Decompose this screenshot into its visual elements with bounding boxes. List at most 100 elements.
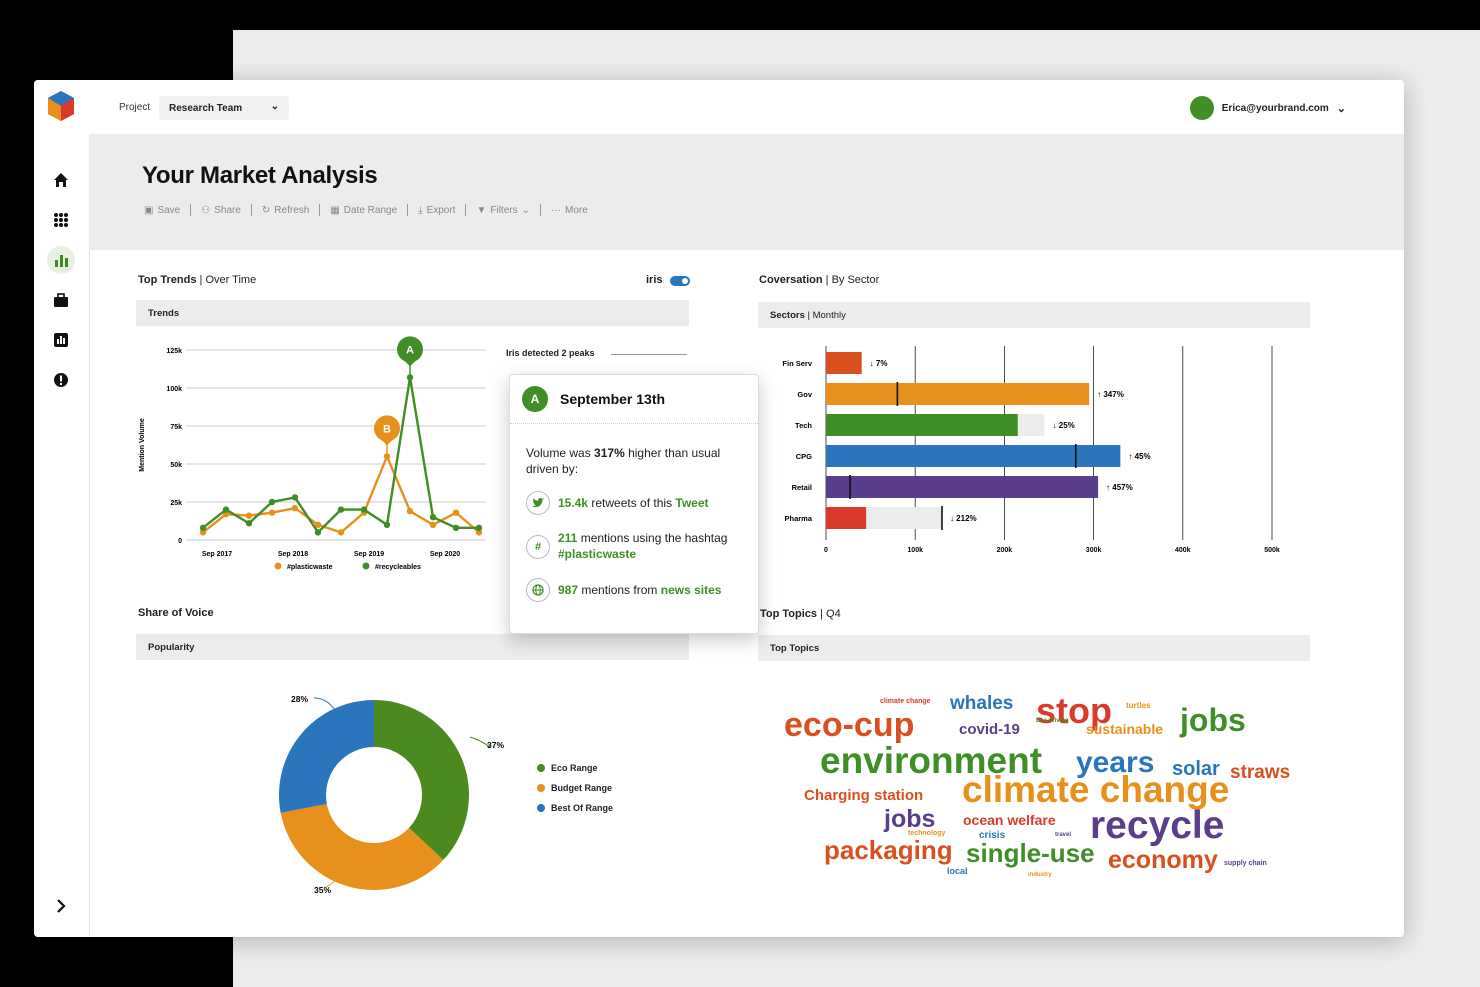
data-point[interactable] [199, 524, 207, 532]
category-label: Gov [797, 390, 812, 399]
more-label: More [565, 204, 588, 216]
share-icon: ⚇ [201, 204, 211, 216]
home-icon[interactable] [47, 166, 75, 194]
word-cloud-term[interactable]: local [947, 867, 968, 876]
word-cloud-term[interactable]: recycle [1090, 806, 1224, 845]
word-cloud-term[interactable]: sustainable [1086, 722, 1163, 736]
export-button[interactable]: ⤓ Export [408, 204, 467, 216]
refresh-button[interactable]: ↻ Refresh [252, 204, 321, 216]
sectors-section-title: Coversation | By Sector [759, 274, 879, 286]
share-button[interactable]: ⚇ Share [191, 204, 252, 216]
y-tick-label: 125k [166, 348, 182, 355]
apps-grid-icon[interactable] [47, 206, 75, 234]
word-cloud-term[interactable]: turtles [1126, 702, 1150, 710]
change-label: ↓ 25% [1053, 421, 1075, 430]
data-point[interactable] [291, 494, 299, 501]
popup-value: 15.4k [558, 496, 589, 511]
word-cloud: climate change whales stop turtles eco-cup co… [774, 680, 1314, 900]
date-range-button[interactable]: ▦ Date Range [320, 204, 409, 216]
word-cloud-term[interactable]: covid-19 [959, 722, 1020, 737]
data-point[interactable] [337, 529, 345, 536]
bar[interactable] [826, 352, 862, 374]
word-cloud-term[interactable]: packaging [824, 837, 953, 863]
word-cloud-term[interactable]: climate change [962, 771, 1229, 808]
bar[interactable] [826, 414, 1018, 436]
data-point[interactable] [475, 524, 483, 532]
data-point[interactable] [222, 506, 230, 513]
more-icon: ··· [551, 204, 561, 216]
more-button[interactable]: ··· More [541, 204, 598, 216]
bar[interactable] [826, 383, 1090, 405]
tweet-link[interactable]: Tweet [675, 496, 708, 510]
data-point[interactable] [314, 529, 322, 536]
data-point[interactable] [383, 521, 391, 528]
peak-badge: A [522, 386, 548, 412]
avatar [1189, 96, 1214, 120]
word-cloud-term[interactable]: Charging station [804, 788, 923, 803]
sectors-header-sub: Monthly [812, 309, 846, 321]
project-label: Project [119, 102, 151, 113]
data-point[interactable] [429, 521, 437, 528]
news-sites-link[interactable]: news sites [661, 583, 722, 597]
data-point[interactable] [291, 504, 299, 512]
sectors-subtitle: By Sector [831, 274, 880, 286]
briefcase-icon[interactable] [47, 286, 75, 314]
word-cloud-term[interactable]: ocean welfare [963, 813, 1056, 827]
donut-slice[interactable] [374, 700, 469, 861]
y-axis-label: Mention Volume [139, 418, 146, 472]
word-cloud-term[interactable]: Eco driving [1036, 718, 1069, 724]
project-select[interactable]: Research Team ⌄ [159, 96, 289, 120]
data-point[interactable] [452, 509, 460, 516]
hashtag-link[interactable]: #plasticwaste [558, 547, 636, 561]
twitter-icon [526, 491, 550, 516]
word-cloud-term[interactable]: single-use [966, 840, 1095, 866]
sectors-header: Sectors | Monthly [758, 302, 1310, 328]
analytics-icon[interactable] [47, 246, 75, 274]
save-button[interactable]: ▣ Save [144, 204, 192, 216]
slice-label: 35% [314, 885, 331, 895]
alert-icon[interactable] [47, 366, 75, 394]
data-point[interactable] [406, 507, 414, 515]
bar[interactable] [826, 476, 1099, 498]
word-cloud-term[interactable]: industry [1028, 872, 1052, 878]
legend-label: Eco Range [551, 763, 598, 773]
data-point[interactable] [268, 498, 276, 506]
popup-row-text: 15.4k retweets of this Tweet [558, 496, 709, 510]
brand-logo-icon[interactable] [46, 90, 76, 122]
popup-row-text: 211 mentions using the hashtag #plasticw… [558, 531, 738, 562]
data-point[interactable] [268, 509, 276, 516]
legend-label: #plasticwaste [287, 564, 333, 571]
word-cloud-term[interactable]: straws [1230, 763, 1290, 782]
popup-date: September 13th [560, 391, 666, 407]
word-cloud-term[interactable]: jobs [1180, 704, 1246, 736]
export-label: Export [426, 204, 456, 216]
bar[interactable] [826, 507, 867, 529]
iris-toggle[interactable] [670, 276, 690, 286]
trends-title: Top Trends [138, 274, 197, 286]
word-cloud-term[interactable]: eco-cup [784, 708, 914, 742]
data-point[interactable] [360, 506, 368, 513]
data-point[interactable] [245, 520, 253, 527]
word-cloud-term[interactable]: climate change [880, 698, 931, 705]
globe-icon [526, 578, 550, 603]
sectors-header-label: Sectors [770, 309, 805, 321]
data-point[interactable] [337, 506, 345, 513]
data-point[interactable] [429, 514, 437, 521]
popup-summary: Volume was 317% higher than usual driven… [526, 446, 726, 477]
data-point[interactable] [245, 512, 253, 519]
donut-slice[interactable] [279, 700, 374, 813]
user-email: Erica@yourbrand.com [1221, 102, 1329, 114]
expand-sidebar-icon[interactable] [47, 892, 75, 920]
toolbar: ▣ Save ⚇ Share ↻ Refresh ▦ Date Range ⤓ Expor… [144, 204, 598, 216]
iris-toggle-label: iris [646, 274, 663, 286]
y-tick-label: 25k [170, 500, 182, 507]
report-icon[interactable] [47, 326, 75, 354]
word-cloud-term[interactable]: supply chain [1224, 860, 1267, 867]
user-menu[interactable]: Erica@yourbrand.com ⌄ [1189, 96, 1346, 120]
word-cloud-term[interactable]: whales [950, 694, 1013, 713]
share-label: Share [214, 204, 241, 216]
data-point[interactable] [452, 524, 460, 532]
word-cloud-term[interactable]: jobs [884, 807, 935, 832]
word-cloud-term[interactable]: economy [1108, 848, 1218, 873]
filters-button[interactable]: ▼ Filters ⌄ [466, 204, 541, 216]
